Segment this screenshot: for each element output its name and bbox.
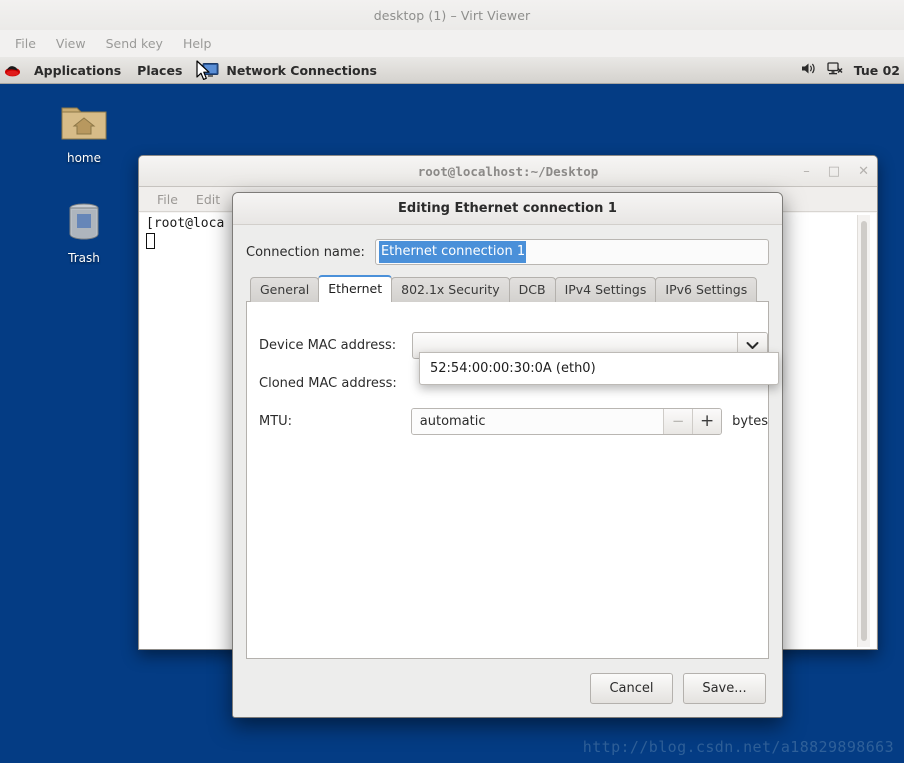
taskbar-item-network-connections[interactable]: Network Connections bbox=[196, 60, 383, 81]
watermark-text: http://blog.csdn.net/a18829898663 bbox=[582, 738, 894, 756]
gnome-panel: Applications Places Network Connections bbox=[0, 57, 904, 84]
tab-ipv4-settings[interactable]: IPv4 Settings bbox=[554, 277, 657, 302]
viewer-menu-sendkey[interactable]: Send key bbox=[99, 34, 170, 53]
mtu-increment-button[interactable]: + bbox=[692, 408, 722, 434]
terminal-window-buttons: – □ ✕ bbox=[803, 164, 869, 179]
viewer-menubar: File View Send key Help bbox=[0, 30, 904, 57]
viewer-titlebar: desktop (1) – Virt Viewer bbox=[0, 0, 904, 30]
tab-general[interactable]: General bbox=[250, 277, 320, 302]
volume-icon[interactable] bbox=[800, 61, 817, 79]
redhat-logo-icon[interactable] bbox=[4, 62, 21, 79]
viewer-title: desktop (1) – Virt Viewer bbox=[373, 7, 531, 23]
terminal-scrollbar[interactable] bbox=[857, 215, 870, 647]
edit-connection-dialog[interactable]: Editing Ethernet connection 1 Connection… bbox=[232, 192, 783, 718]
connection-name-label: Connection name: bbox=[246, 244, 365, 260]
desktop-icon-home[interactable]: home bbox=[46, 98, 122, 165]
tab-802-1x-security[interactable]: 802.1x Security bbox=[391, 277, 510, 302]
terminal-menu-file[interactable]: File bbox=[149, 190, 186, 209]
mtu-units-label: bytes bbox=[732, 413, 768, 429]
panel-applications-menu[interactable]: Applications bbox=[26, 60, 129, 81]
dropdown-item-mac-eth0[interactable]: 52:54:00:00:30:0A (eth0) bbox=[420, 353, 778, 384]
dialog-body: Connection name: Ethernet connection 1 G… bbox=[233, 225, 782, 659]
viewer-menu-view[interactable]: View bbox=[49, 34, 93, 53]
terminal-cursor bbox=[146, 232, 155, 249]
mtu-spinner[interactable]: automatic − + bbox=[410, 407, 723, 435]
mtu-label: MTU: bbox=[259, 413, 293, 429]
monitor-icon bbox=[202, 62, 222, 79]
cloned-mac-label: Cloned MAC address: bbox=[259, 375, 397, 391]
dialog-title: Editing Ethernet connection 1 bbox=[398, 201, 617, 216]
dialog-titlebar: Editing Ethernet connection 1 bbox=[233, 193, 782, 225]
ethernet-tab-page: Device MAC address: Cloned MAC address: … bbox=[246, 301, 779, 659]
save-button[interactable]: Save... bbox=[683, 672, 766, 704]
viewer-menu-help[interactable]: Help bbox=[176, 34, 219, 53]
trash-icon bbox=[46, 198, 122, 246]
desktop-icon-home-label: home bbox=[66, 151, 102, 165]
panel-clock[interactable]: Tue 02 bbox=[854, 63, 900, 78]
device-mac-label: Device MAC address: bbox=[259, 337, 397, 353]
minimize-icon[interactable]: – bbox=[803, 164, 810, 179]
network-disconnected-icon[interactable] bbox=[827, 61, 844, 79]
dialog-tabs: General Ethernet 802.1x Security DCB IPv… bbox=[246, 275, 769, 302]
panel-tray: Tue 02 bbox=[800, 61, 904, 79]
desktop-icon-trash-label: Trash bbox=[68, 251, 100, 265]
panel-places-menu[interactable]: Places bbox=[129, 60, 190, 81]
tab-ipv6-settings[interactable]: IPv6 Settings bbox=[655, 277, 758, 302]
screen: desktop (1) – Virt Viewer File View Send… bbox=[0, 0, 904, 763]
terminal-menu-edit[interactable]: Edit bbox=[188, 190, 228, 209]
terminal-scrollbar-thumb[interactable] bbox=[861, 221, 867, 641]
viewer-menu-file[interactable]: File bbox=[8, 34, 43, 53]
tab-dcb[interactable]: DCB bbox=[508, 277, 556, 302]
connection-name-row: Connection name: Ethernet connection 1 bbox=[246, 239, 769, 265]
terminal-titlebar: root@localhost:~/Desktop – □ ✕ bbox=[139, 156, 877, 187]
connection-name-value: Ethernet connection 1 bbox=[378, 241, 527, 263]
dialog-action-bar: Cancel Save... bbox=[233, 659, 782, 717]
home-folder-icon bbox=[46, 98, 122, 146]
panel-left-group: Applications Places Network Connections bbox=[0, 60, 383, 81]
desktop-icon-trash[interactable]: Trash bbox=[46, 198, 122, 265]
device-mac-dropdown[interactable]: 52:54:00:00:30:0A (eth0) bbox=[419, 352, 779, 385]
maximize-icon[interactable]: □ bbox=[828, 164, 840, 179]
taskbar-item-label: Network Connections bbox=[226, 62, 377, 78]
terminal-title: root@localhost:~/Desktop bbox=[417, 163, 599, 179]
tab-ethernet[interactable]: Ethernet bbox=[318, 275, 393, 302]
mtu-row: MTU: automatic − + bytes bbox=[247, 402, 768, 440]
connection-name-input[interactable]: Ethernet connection 1 bbox=[374, 239, 769, 265]
cancel-button[interactable]: Cancel bbox=[590, 672, 673, 704]
mtu-decrement-button[interactable]: − bbox=[663, 408, 693, 434]
close-icon[interactable]: ✕ bbox=[858, 164, 869, 179]
mtu-value[interactable]: automatic bbox=[411, 408, 664, 434]
